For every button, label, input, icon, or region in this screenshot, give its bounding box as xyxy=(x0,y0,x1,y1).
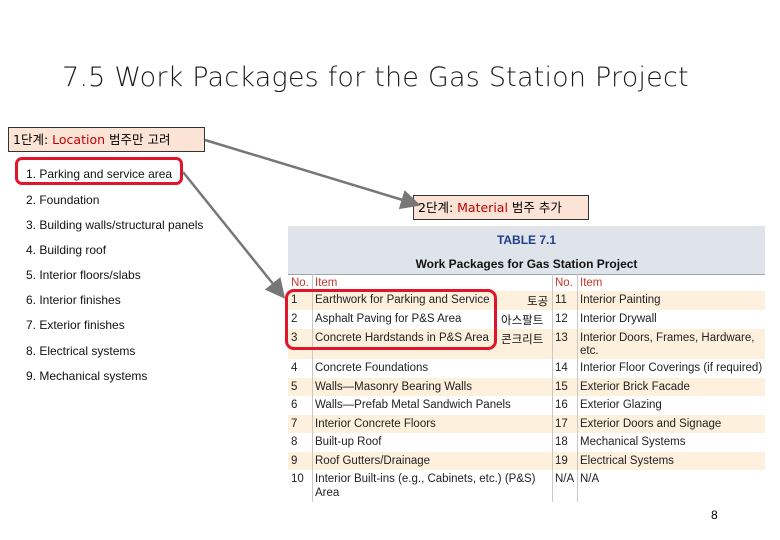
connector-arrows xyxy=(182,138,421,299)
arrow-step1-to-step2 xyxy=(204,138,421,210)
arrow-list-to-table xyxy=(182,171,286,299)
page-number: 8 xyxy=(711,508,718,522)
